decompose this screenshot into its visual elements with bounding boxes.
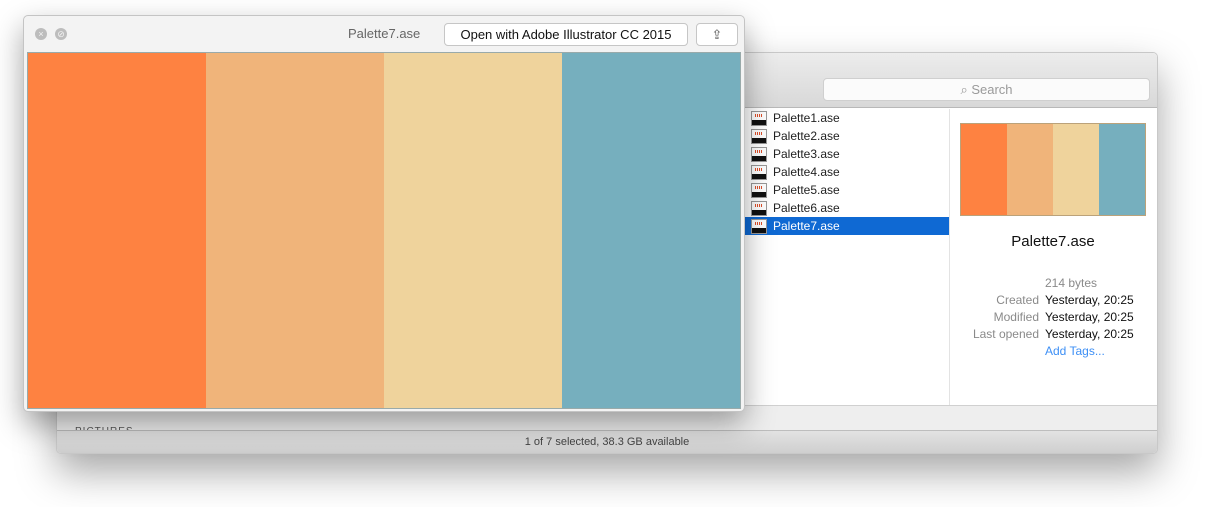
preview-pane: Palette7.ase 214 bytes Created Yesterday,… (949, 109, 1157, 405)
file-name: Palette2.ase (773, 129, 840, 143)
quicklook-titlebar: × ⊘ Palette7.ase Open with Adobe Illustr… (24, 16, 744, 52)
swatch-color (1099, 124, 1145, 215)
file-name: Palette6.ase (773, 201, 840, 215)
modified-value: Yesterday, 20:25 (1045, 310, 1134, 324)
file-list: Palette1.ase Palette2.ase Palette3.ase P… (745, 109, 950, 405)
swatch-color (1007, 124, 1053, 215)
share-icon: ⇪ (711, 27, 723, 42)
file-name: Palette1.ase (773, 111, 840, 125)
preview-thumbnail (960, 123, 1146, 216)
file-item[interactable]: Palette5.ase (745, 181, 949, 199)
ase-file-icon (751, 110, 767, 126)
file-item[interactable]: Palette1.ase (745, 109, 949, 127)
file-name: Palette5.ase (773, 183, 840, 197)
share-button[interactable]: ⇪ (696, 23, 738, 46)
file-name: Palette7.ase (773, 219, 840, 233)
search-placeholder: Search (971, 82, 1013, 97)
palette-color (384, 53, 562, 408)
modified-label: Modified (993, 310, 1039, 324)
file-item[interactable]: Palette3.ase (745, 145, 949, 163)
swatch-color (961, 124, 1007, 215)
preview-file-name: Palette7.ase (1011, 233, 1095, 250)
close-icon[interactable]: × (35, 28, 47, 40)
search-input[interactable]: ⌕ Search (823, 78, 1150, 101)
fullscreen-icon[interactable]: ⊘ (55, 28, 67, 40)
swatch-color (1053, 124, 1099, 215)
status-bar: 1 of 7 selected, 38.3 GB available (57, 430, 1157, 453)
window-title: Palette7.ase (348, 26, 421, 41)
ase-file-icon (751, 164, 767, 180)
opened-label: Last opened (972, 327, 1039, 341)
created-label: Created (996, 293, 1039, 307)
add-tags-link[interactable]: Add Tags... (1045, 343, 1105, 360)
ase-file-icon (751, 128, 767, 144)
opened-value: Yesterday, 20:25 (1045, 327, 1134, 341)
palette-color (206, 53, 384, 408)
palette-color (28, 53, 206, 408)
open-with-button[interactable]: Open with Adobe Illustrator CC 2015 (444, 23, 688, 46)
ase-file-icon (751, 200, 767, 216)
search-icon: ⌕ (960, 82, 972, 97)
palette-color (562, 53, 740, 408)
created-value: Yesterday, 20:25 (1045, 293, 1134, 307)
file-item-selected[interactable]: Palette7.ase (745, 217, 949, 235)
file-name: Palette4.ase (773, 165, 840, 179)
palette-preview (27, 52, 741, 409)
quicklook-window: × ⊘ Palette7.ase Open with Adobe Illustr… (23, 15, 745, 412)
file-size: 214 bytes (1045, 276, 1098, 290)
ase-file-icon (751, 218, 767, 234)
file-item[interactable]: Palette4.ase (745, 163, 949, 181)
ase-file-icon (751, 146, 767, 162)
file-item[interactable]: Palette2.ase (745, 127, 949, 145)
file-info: 214 bytes Created Yesterday, 20:25 Modifi… (949, 275, 1157, 360)
file-name: Palette3.ase (773, 147, 840, 161)
ase-file-icon (751, 182, 767, 198)
file-item[interactable]: Palette6.ase (745, 199, 949, 217)
